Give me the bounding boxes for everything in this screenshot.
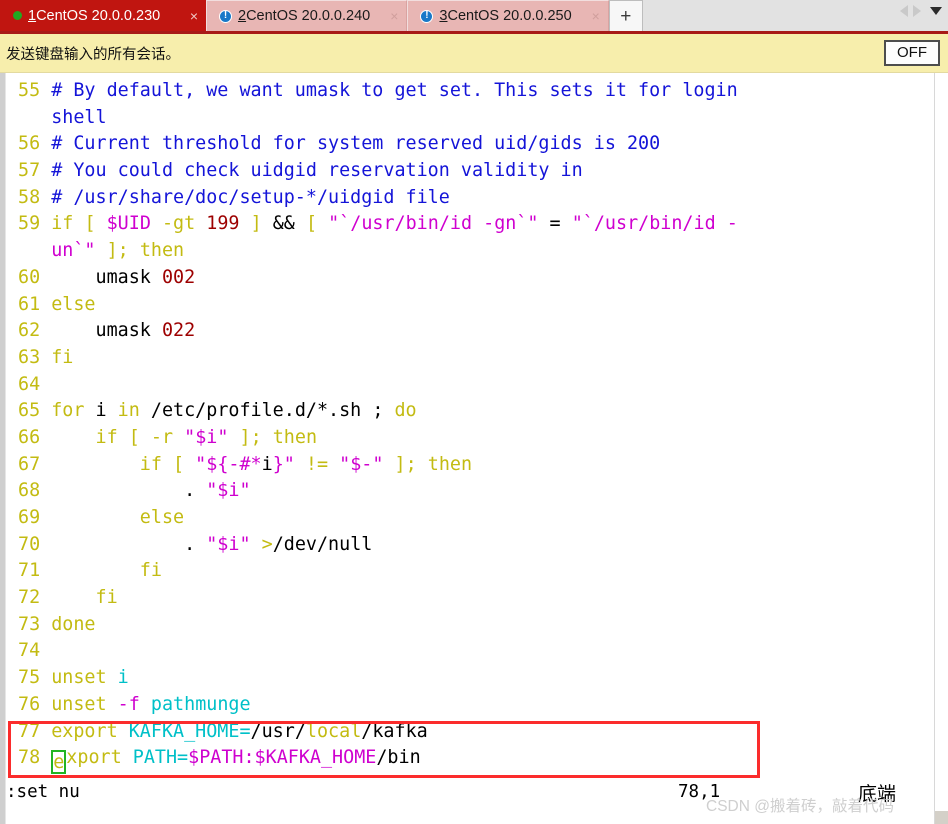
close-icon[interactable]: ×	[376, 9, 398, 23]
code-line: 59 if [ $UID -gt 199 ] && [ "`/usr/bin/i…	[18, 213, 738, 235]
code-line: 55 # By default, we want umask to get se…	[18, 80, 738, 101]
tab-centos-240[interactable]: 2 CentOS 20.0.0.240 ×	[206, 0, 408, 31]
blue-alert-icon	[420, 9, 434, 23]
tab-bar: 1 CentOS 20.0.0.230 × 2 CentOS 20.0.0.24…	[0, 0, 948, 34]
vim-cursor: e	[51, 750, 67, 775]
code-line: 76 unset -f pathmunge	[18, 693, 251, 715]
tab-bar-spacer	[643, 0, 900, 31]
tab-index: 3	[439, 8, 448, 24]
code-line: 69 else	[18, 507, 185, 528]
tab-title: CentOS 20.0.0.250	[447, 8, 572, 24]
tab-navigation	[900, 0, 948, 31]
file-position-label: 底端	[858, 783, 897, 805]
code-line-wrap: shell	[51, 106, 107, 128]
triangle-right-icon[interactable]	[913, 4, 921, 17]
tab-index: 1	[28, 7, 37, 24]
triangle-left-icon[interactable]	[900, 4, 908, 17]
code-line: 64	[18, 373, 41, 395]
tab-centos-250[interactable]: 3 CentOS 20.0.0.250 ×	[407, 0, 609, 31]
vim-command-text: :set nu	[6, 782, 80, 802]
tab-label: 3 CentOS 20.0.0.250	[439, 8, 571, 24]
close-icon[interactable]: ×	[176, 9, 198, 23]
code-line: 72 fi	[18, 587, 118, 609]
new-tab-button[interactable]: +	[608, 0, 643, 31]
green-status-dot-icon	[13, 11, 22, 20]
scrollbar-thumb[interactable]	[936, 74, 947, 756]
code-line: 63 fi	[18, 346, 74, 368]
code-line-wrap: un`" ]; then	[51, 240, 185, 262]
terminal-area: 55 # By default, we want umask to get se…	[0, 73, 948, 824]
code-line: 61 else	[18, 293, 96, 315]
code-line: 67 if [ "${-#*i}" != "$-" ]; then	[18, 453, 473, 475]
code-line: 56 # Current threshold for system reserv…	[18, 133, 661, 155]
tab-title: CentOS 20.0.0.230	[36, 7, 161, 24]
code-line: 75 unset i	[18, 667, 129, 689]
code-line: 74	[18, 640, 41, 662]
code-line: 70 . "$i" >/dev/null	[18, 533, 373, 555]
code-line: 73 done	[18, 613, 96, 635]
broadcast-notice-bar: 发送键盘输入的所有会话。 OFF	[0, 34, 948, 73]
vim-editor[interactable]: 55 # By default, we want umask to get se…	[6, 73, 934, 824]
blue-alert-icon	[219, 9, 232, 23]
code-line: 65 for i in /etc/profile.d/*.sh ; do	[18, 400, 417, 422]
tab-index: 2	[238, 8, 247, 24]
code-content: 55 # By default, we want umask to get se…	[6, 78, 934, 775]
vim-status-line: :set nu 78,1 底端	[6, 779, 934, 805]
chevron-down-icon[interactable]	[930, 6, 942, 15]
code-line: 71 fi	[18, 560, 162, 582]
code-line: 62 umask 022	[18, 320, 196, 342]
code-line: 57 # You could check uidgid reservation …	[18, 160, 583, 182]
code-line: 78 e xport PATH=$PATH:$KAFKA_HOME/bin	[18, 747, 421, 775]
code-line: 58 # /usr/share/doc/setup-*/uidgid file	[18, 186, 450, 208]
scrollbar-corner	[935, 811, 948, 824]
tab-centos-230[interactable]: 1 CentOS 20.0.0.230 ×	[0, 0, 206, 31]
right-scrollbar[interactable]	[934, 73, 948, 824]
tab-label: 2 CentOS 20.0.0.240	[238, 8, 370, 24]
code-line: 66 if [ -r "$i" ]; then	[18, 426, 318, 448]
broadcast-toggle-button[interactable]: OFF	[884, 39, 940, 67]
close-icon[interactable]: ×	[578, 9, 600, 23]
code-line: 77 export KAFKA_HOME=/usr/local/kafka	[18, 720, 428, 742]
notice-text: 发送键盘输入的所有会话。	[6, 46, 180, 63]
tab-title: CentOS 20.0.0.240	[246, 8, 371, 24]
code-line: 60 umask 002	[18, 266, 196, 288]
cursor-position: 78,1	[678, 782, 721, 802]
tab-label: 1 CentOS 20.0.0.230	[28, 8, 160, 24]
code-line: 68 . "$i"	[18, 480, 251, 502]
